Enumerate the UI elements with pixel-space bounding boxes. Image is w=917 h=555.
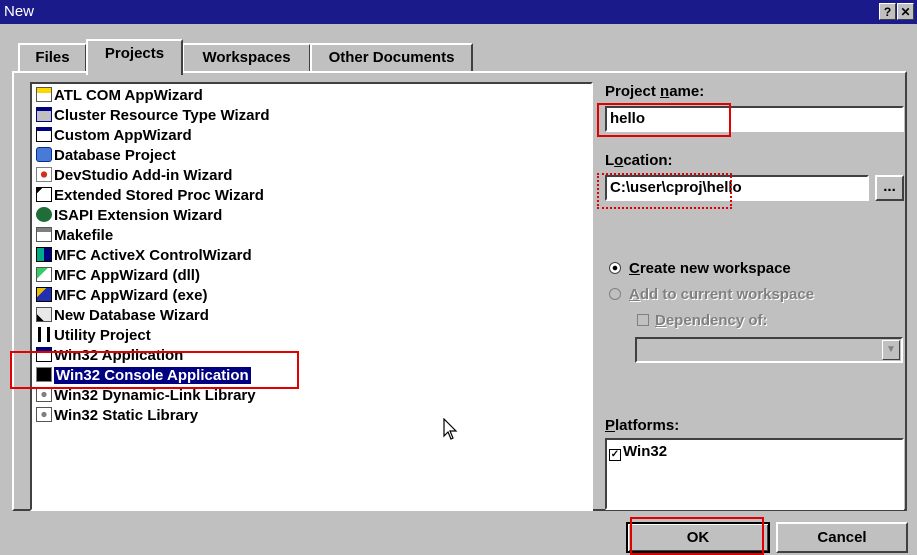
list-item[interactable]: Win32 Dynamic-Link Library — [36, 386, 256, 405]
new-database-icon — [36, 307, 52, 322]
ok-button[interactable]: OK — [626, 522, 770, 553]
mouse-pointer-icon — [443, 418, 458, 440]
list-item[interactable]: Makefile — [36, 226, 113, 245]
stored-proc-icon — [36, 187, 52, 202]
close-button[interactable]: ✕ — [897, 3, 914, 20]
platform-win32-checkbox[interactable]: ✓ Win32 — [609, 443, 667, 461]
list-item[interactable]: Win32 Application — [36, 346, 183, 365]
location-label: Location: — [605, 152, 673, 169]
win32-app-icon — [36, 347, 52, 362]
create-workspace-radio[interactable]: Create new workspace — [609, 260, 791, 277]
static-lib-icon — [36, 407, 52, 422]
custom-appwizard-icon — [36, 127, 52, 142]
browse-button[interactable]: ... — [875, 175, 904, 201]
list-item[interactable]: New Database Wizard — [36, 306, 209, 325]
list-item[interactable]: Database Project — [36, 146, 176, 165]
list-item[interactable]: Win32 Static Library — [36, 406, 198, 425]
dll-icon — [36, 387, 52, 402]
help-button[interactable]: ? — [879, 3, 896, 20]
radio-selected-icon — [609, 262, 621, 274]
list-item[interactable]: Custom AppWizard — [36, 126, 192, 145]
tab-files[interactable]: Files — [18, 43, 87, 73]
makefile-icon — [36, 227, 52, 242]
list-item[interactable]: MFC AppWizard (exe) — [36, 286, 207, 305]
location-input[interactable]: C:\user\cproj\hello — [605, 175, 869, 201]
platforms-label: Platforms: — [605, 417, 680, 434]
chevron-down-icon[interactable]: ▼ — [882, 340, 900, 360]
list-item[interactable]: Extended Stored Proc Wizard — [36, 186, 264, 205]
addin-icon — [36, 167, 52, 182]
list-item[interactable]: MFC AppWizard (dll) — [36, 266, 200, 285]
radio-icon — [609, 288, 621, 300]
console-icon — [36, 367, 52, 382]
cancel-button[interactable]: Cancel — [776, 522, 908, 553]
project-type-list[interactable]: ATL COM AppWizard Cluster Resource Type … — [30, 82, 593, 511]
tab-other-documents[interactable]: Other Documents — [310, 43, 473, 73]
mfc-exe-icon — [36, 287, 52, 302]
activex-icon — [36, 247, 52, 262]
list-item[interactable]: ATL COM AppWizard — [36, 86, 203, 105]
dependency-select[interactable]: ▼ — [635, 337, 903, 363]
checkbox-checked-icon: ✓ — [609, 449, 621, 461]
list-item-selected[interactable]: Win32 Console Application — [36, 366, 251, 385]
list-item[interactable]: MFC ActiveX ControlWizard — [36, 246, 252, 265]
tab-projects[interactable]: Projects — [86, 39, 183, 75]
list-item[interactable]: ISAPI Extension Wizard — [36, 206, 222, 225]
title-bar: New ? ✕ — [0, 0, 917, 24]
project-name-label: Project name: — [605, 83, 705, 100]
add-workspace-radio[interactable]: Add to current workspace — [609, 286, 814, 303]
window-title: New — [4, 3, 35, 20]
checkbox-icon — [637, 314, 649, 326]
dependency-checkbox[interactable]: Dependency of: — [637, 312, 768, 329]
list-item[interactable]: Cluster Resource Type Wizard — [36, 106, 269, 125]
database-icon — [36, 147, 52, 162]
cluster-icon — [36, 107, 52, 122]
platforms-list[interactable]: ✓ Win32 — [605, 438, 904, 510]
mfc-dll-icon — [36, 267, 52, 282]
isapi-icon — [36, 207, 52, 222]
list-item[interactable]: Utility Project — [36, 326, 151, 345]
list-item[interactable]: DevStudio Add-in Wizard — [36, 166, 232, 185]
project-name-input[interactable]: hello — [605, 106, 904, 132]
tab-workspaces[interactable]: Workspaces — [182, 43, 311, 73]
utility-icon — [38, 327, 50, 342]
atl-com-icon — [36, 87, 52, 102]
